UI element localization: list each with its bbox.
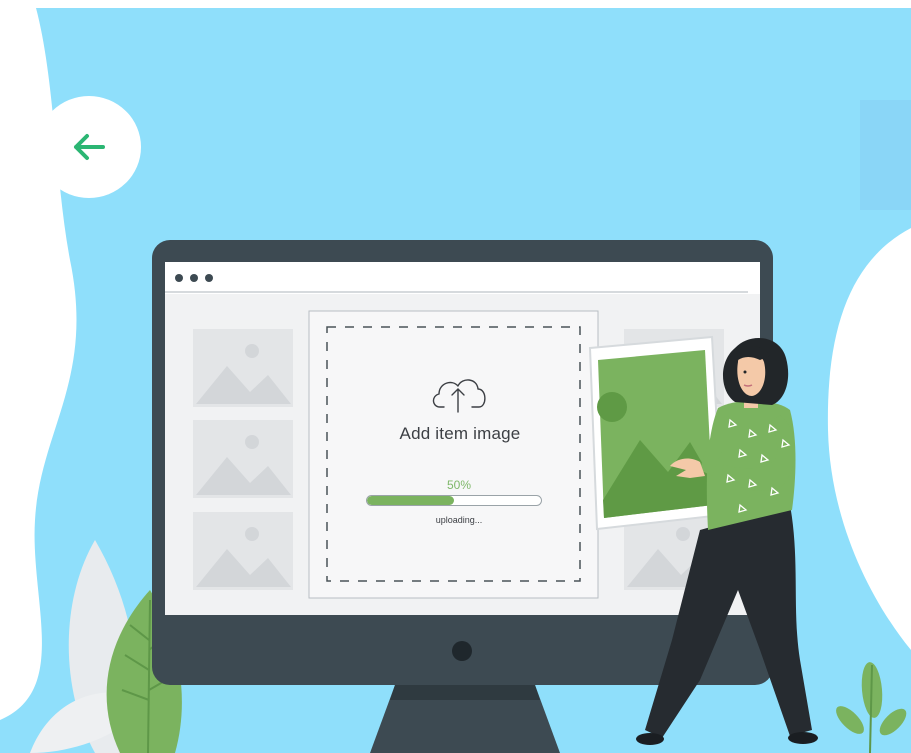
upload-title: Add item image — [399, 424, 521, 443]
illustration — [0, 8, 911, 753]
image-placeholder-icon — [193, 512, 293, 590]
image-placeholder-icon — [193, 420, 293, 498]
upload-panel[interactable] — [308, 310, 599, 599]
thumbnail-column-left — [193, 329, 293, 590]
window-controls[interactable] — [175, 274, 213, 282]
arrow-left-icon — [74, 134, 105, 160]
sky-panel — [860, 100, 911, 210]
back-button[interactable] — [37, 96, 141, 198]
monitor-camera — [452, 641, 472, 661]
progress-bar-fill — [367, 496, 454, 505]
progress-percentage: 50% — [446, 478, 472, 492]
progress-bar — [366, 495, 542, 506]
monitor-stand-shadow — [390, 685, 540, 700]
image-placeholder-icon — [193, 329, 293, 407]
upload-status: uploading... — [435, 515, 483, 525]
